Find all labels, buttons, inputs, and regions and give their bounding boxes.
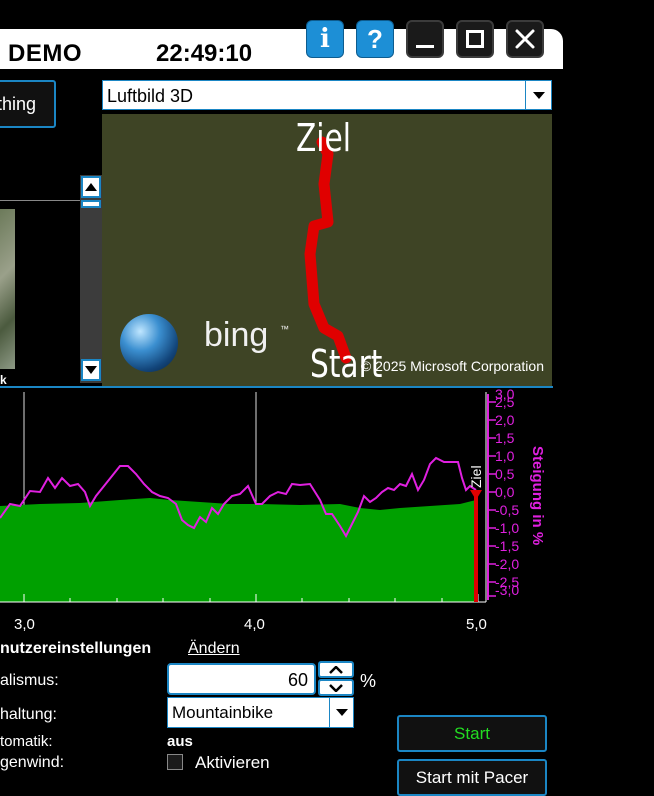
app-title: DEMO xyxy=(8,40,82,67)
help-icon: ? xyxy=(367,23,383,54)
y-tick-label: 0,0 xyxy=(495,484,515,500)
gear-select[interactable]: Mountainbike xyxy=(167,697,354,728)
close-icon xyxy=(515,29,535,49)
smoothing-button-label: thing xyxy=(0,93,36,114)
start-button[interactable]: Start xyxy=(397,715,547,752)
y-tick-label: 2,0 xyxy=(495,412,515,428)
minimize-button[interactable] xyxy=(406,20,444,58)
wind-checkbox[interactable] xyxy=(167,754,183,770)
y-axis-title: Steigung in % xyxy=(529,446,546,546)
info-button[interactable]: i xyxy=(306,20,344,58)
maximize-button[interactable] xyxy=(456,20,494,58)
chevron-down-icon xyxy=(335,709,348,716)
gear-label: haltung: xyxy=(0,706,57,723)
x-tick-label: 3,0 xyxy=(14,616,35,633)
finish-label: Ziel xyxy=(296,116,352,160)
y-tick-label: 2,5 xyxy=(495,394,515,410)
smoothing-button[interactable]: thing xyxy=(0,80,56,128)
y-tick-label: -2,0 xyxy=(495,556,520,572)
y-tick-label: -0,5 xyxy=(495,502,520,518)
wind-label: genwind: xyxy=(0,754,65,771)
y-tick-label: 1,0 xyxy=(495,448,515,464)
gear-select-value: Mountainbike xyxy=(172,703,274,722)
elevation-area xyxy=(0,498,476,602)
triangle-up-icon xyxy=(85,183,97,191)
realism-decrease-button[interactable] xyxy=(318,679,354,696)
panel-divider xyxy=(0,200,82,201)
wind-checkbox-label[interactable]: Aktivieren xyxy=(195,753,270,773)
maximize-icon xyxy=(466,30,484,48)
start-pacer-button-label: Start mit Pacer xyxy=(415,767,529,787)
bing-logo: bing xyxy=(204,316,269,354)
chevron-up-icon xyxy=(329,665,343,674)
realism-input[interactable]: 60 xyxy=(167,663,316,695)
map-view-select-value: Luftbild 3D xyxy=(107,86,194,106)
scroll-down-button[interactable] xyxy=(81,359,101,381)
auto-value: aus xyxy=(167,733,193,750)
realism-label: alismus: xyxy=(0,672,59,689)
help-button[interactable]: ? xyxy=(356,20,394,58)
gear-dropdown-button[interactable] xyxy=(329,698,353,727)
settings-section-title: nutzereinstellungen xyxy=(0,640,152,657)
minimize-icon xyxy=(416,44,434,48)
x-tick-label: 4,0 xyxy=(244,616,265,633)
chevron-down-icon xyxy=(329,683,343,692)
y-axis-title-wrap: Steigung in % xyxy=(528,446,548,556)
start-button-label: Start xyxy=(454,723,490,743)
map-view-select[interactable]: Luftbild 3D xyxy=(102,80,552,110)
scroll-thumb[interactable] xyxy=(81,200,101,208)
scroll-up-button[interactable] xyxy=(81,176,101,198)
y-tick-label: -1,0 xyxy=(495,520,520,536)
desktop-background xyxy=(563,0,654,796)
realism-value: 60 xyxy=(287,670,308,690)
realism-increase-button[interactable] xyxy=(318,661,354,678)
close-button[interactable] xyxy=(506,20,544,58)
x-tick-label: 5,0 xyxy=(466,616,487,633)
realism-unit: % xyxy=(360,671,377,691)
clock: 22:49:10 xyxy=(156,40,253,67)
map-thumbnail[interactable] xyxy=(0,209,15,369)
y-tick-label: 1,5 xyxy=(495,430,515,446)
globe-icon xyxy=(120,314,178,372)
y-tick-label: -1,5 xyxy=(495,538,520,554)
auto-label: tomatik: xyxy=(0,733,53,750)
info-icon: i xyxy=(320,24,330,54)
chevron-down-icon xyxy=(532,91,545,99)
dropdown-button[interactable] xyxy=(525,81,551,109)
thumbnail-caption: k xyxy=(0,373,7,387)
start-pacer-button[interactable]: Start mit Pacer xyxy=(397,759,547,796)
y-tick-label: -3,0 xyxy=(495,582,520,598)
triangle-down-icon xyxy=(85,366,97,374)
change-settings-link[interactable]: Ändern xyxy=(188,640,240,658)
finish-marker-label: Ziel xyxy=(468,465,484,488)
finish-marker-label-wrap: Ziel xyxy=(468,465,486,528)
map-view[interactable]: Ziel Start bing ™ © 2025 Microsoft Corpo… xyxy=(102,114,552,386)
map-copyright: © 2025 Microsoft Corporation xyxy=(360,358,544,374)
y-tick-label: 0,5 xyxy=(495,466,515,482)
bing-trademark: ™ xyxy=(280,324,289,334)
